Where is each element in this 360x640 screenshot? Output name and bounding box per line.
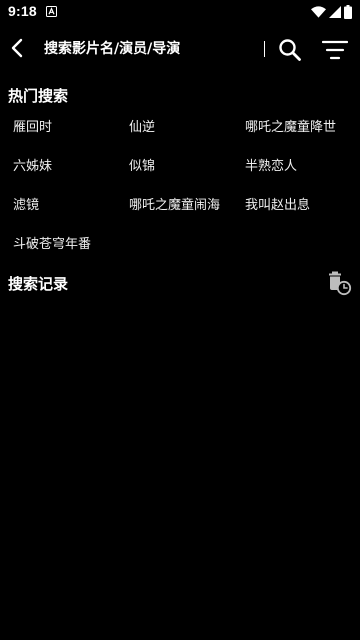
signal-icon	[329, 6, 341, 18]
search-history-title: 搜索记录	[8, 275, 69, 293]
filter-icon	[322, 40, 348, 60]
hot-search-item[interactable]: 哪吒之魔童降世	[245, 108, 336, 147]
status-time: 9:18	[8, 3, 37, 19]
search-button[interactable]	[276, 36, 304, 64]
search-placeholder: 搜索影片名/演员/导演	[44, 41, 181, 57]
hot-search-item[interactable]: 斗破苍穹年番	[13, 225, 91, 264]
delete-history-icon	[329, 271, 352, 296]
hot-search-title: 热门搜索	[8, 87, 69, 105]
a-notification-icon	[46, 6, 57, 17]
status-icons	[311, 4, 352, 20]
hot-search-item[interactable]: 我叫赵出息	[245, 186, 310, 225]
back-arrow-icon	[11, 38, 23, 58]
search-input[interactable]: 搜索影片名/演员/导演	[44, 36, 266, 60]
hot-search-item[interactable]: 半熟恋人	[245, 147, 297, 186]
clear-history-button[interactable]	[326, 270, 352, 296]
text-caret	[264, 41, 265, 57]
battery-icon	[344, 5, 352, 19]
hot-search-item[interactable]: 滤镜	[13, 186, 39, 225]
hot-search-item[interactable]: 仙逆	[129, 108, 155, 147]
back-button[interactable]	[4, 35, 30, 61]
filter-button[interactable]	[320, 36, 350, 64]
hot-search-item[interactable]: 似锦	[129, 147, 155, 186]
search-icon	[279, 39, 301, 61]
search-toolbar: 搜索影片名/演员/导演	[0, 24, 360, 74]
hot-search-item[interactable]: 雁回时	[13, 108, 52, 147]
hot-search-item[interactable]: 哪吒之魔童闹海	[129, 186, 220, 225]
hot-search-item[interactable]: 六姊妹	[13, 147, 52, 186]
wifi-icon	[311, 6, 326, 18]
status-bar: 9:18	[0, 0, 360, 24]
